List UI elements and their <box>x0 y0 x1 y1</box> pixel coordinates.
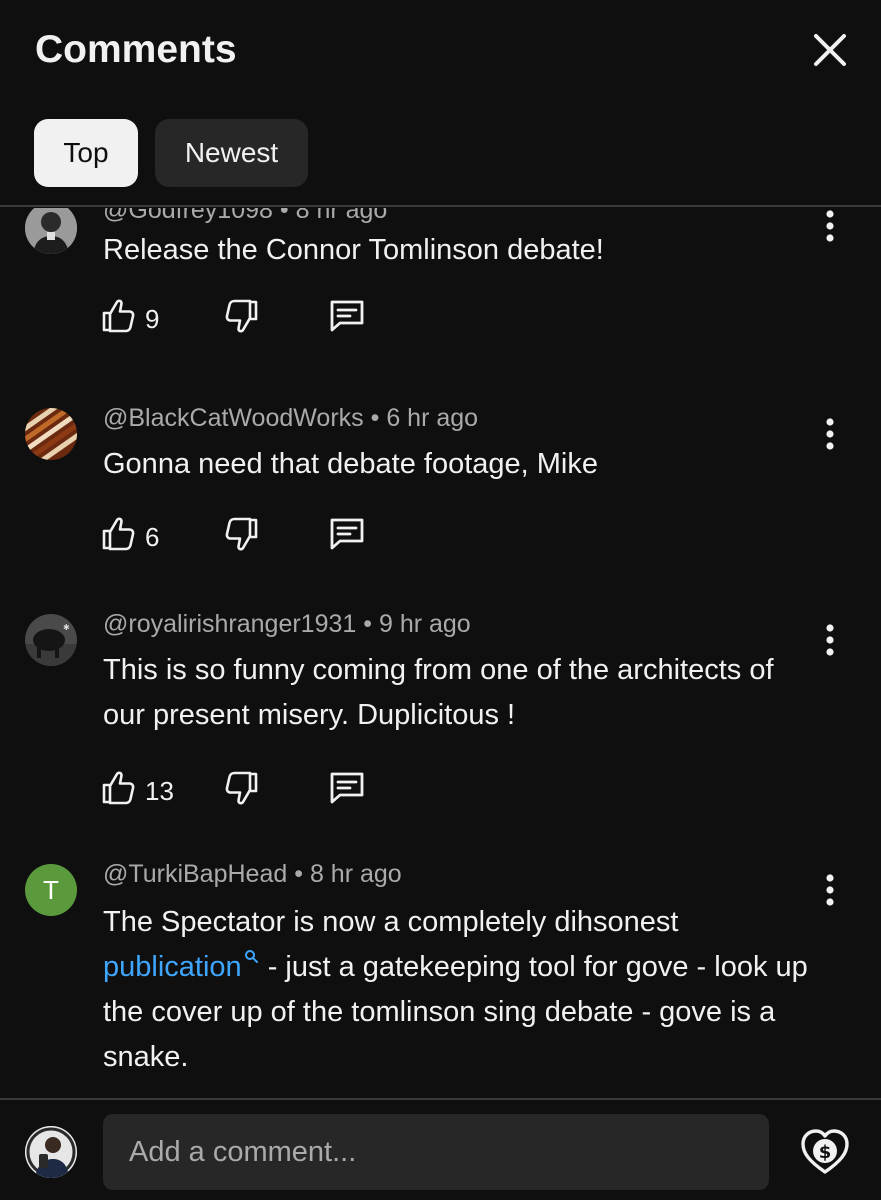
comment-meta: @TurkiBapHead • 8 hr ago <box>103 860 402 889</box>
meta-separator: • <box>279 208 289 224</box>
thumbs-up-icon <box>100 768 140 808</box>
divider <box>0 205 881 207</box>
user-avatar[interactable] <box>25 1126 77 1178</box>
like-count: 9 <box>145 304 160 334</box>
comment-meta: @royalirishranger1931 • 9 hr ago <box>103 610 471 639</box>
meta-separator: • <box>363 610 373 638</box>
svg-text:✱: ✱ <box>63 623 70 632</box>
close-button[interactable] <box>806 26 854 74</box>
thumbs-up-icon <box>100 296 140 336</box>
comment-input[interactable] <box>103 1114 769 1190</box>
like-button[interactable] <box>100 768 140 813</box>
comment-text-part: The Spectator is now a completely dihson… <box>103 906 679 938</box>
reply-icon <box>327 514 367 554</box>
thumbs-up-icon <box>100 514 140 554</box>
comment-time: 9 hr ago <box>378 610 471 638</box>
like-button[interactable] <box>100 514 140 559</box>
user-photo-avatar-icon <box>25 1126 77 1178</box>
reply-icon <box>327 768 367 808</box>
comment-item: @BlackCatWoodWorks • 6 hr ago Gonna need… <box>0 404 881 594</box>
thumbs-down-icon <box>220 296 260 336</box>
meta-separator: • <box>370 404 380 432</box>
comment-author[interactable]: @TurkiBapHead <box>103 860 287 888</box>
reply-button[interactable] <box>327 768 367 813</box>
super-thanks-button[interactable]: $ <box>799 1127 851 1177</box>
comment-meta: @Godfrey1098 • 8 hr ago <box>103 208 387 225</box>
dislike-button[interactable] <box>220 514 260 559</box>
svg-text:$: $ <box>819 1142 832 1163</box>
user-photo-avatar-icon <box>25 208 77 254</box>
dislike-button[interactable] <box>220 768 260 813</box>
like-count: 13 <box>145 776 174 806</box>
comment-time: 8 hr ago <box>309 860 402 888</box>
comments-header: Comments <box>0 0 881 100</box>
search-link[interactable]: publication <box>103 950 260 983</box>
comment-text: Gonna need that debate footage, Mike <box>103 448 598 480</box>
avatar[interactable] <box>25 208 77 254</box>
search-link-label: publication <box>103 951 242 983</box>
comment-text: Release the Connor Tomlinson debate! <box>103 234 604 266</box>
comment-text: This is so funny coming from one of the … <box>103 654 774 731</box>
like-button[interactable] <box>100 296 140 341</box>
meta-separator: • <box>294 860 303 888</box>
tab-top[interactable]: Top <box>34 119 138 187</box>
avatar[interactable]: ✱ <box>25 614 77 666</box>
avatar[interactable] <box>25 408 77 460</box>
reply-icon <box>327 296 367 336</box>
comment-item: ✱ @royalirishranger1931 • 9 hr ago This … <box>0 610 881 840</box>
comment-item: T @TurkiBapHead • 8 hr ago The Spectator… <box>0 860 881 1098</box>
comments-list[interactable]: @Godfrey1098 • 8 hr ago Release the Conn… <box>0 208 881 1098</box>
comment-author[interactable]: @BlackCatWoodWorks <box>103 404 364 432</box>
comment-actions: 6 <box>100 514 400 558</box>
comment-actions: 9 <box>100 296 400 340</box>
comment-meta: @BlackCatWoodWorks • 6 hr ago <box>103 404 478 433</box>
dislike-button[interactable] <box>220 296 260 341</box>
like-count: 6 <box>145 522 160 552</box>
comment-actions: 13 <box>100 768 400 812</box>
heart-dollar-icon: $ <box>801 1129 849 1174</box>
comment-author[interactable]: @Godfrey1098 <box>103 208 273 224</box>
comment-time: 8 hr ago <box>295 208 388 224</box>
page-title: Comments <box>35 28 237 71</box>
avatar[interactable]: T <box>25 864 77 916</box>
comment-composer: $ <box>0 1100 881 1200</box>
comment-time: 6 hr ago <box>386 404 479 432</box>
thumbs-down-icon <box>220 768 260 808</box>
reply-button[interactable] <box>327 514 367 559</box>
reply-button[interactable] <box>327 296 367 341</box>
tab-newest[interactable]: Newest <box>155 119 308 187</box>
striped-wood-avatar-icon <box>25 408 77 460</box>
comment-text: The Spectator is now a completely dihson… <box>103 900 823 1080</box>
search-icon <box>244 950 258 964</box>
comment-author[interactable]: @royalirishranger1931 <box>103 610 356 638</box>
close-icon <box>814 34 846 66</box>
dark-photo-avatar-icon: ✱ <box>25 614 77 666</box>
comment-item: @Godfrey1098 • 8 hr ago Release the Conn… <box>0 208 881 386</box>
thumbs-down-icon <box>220 514 260 554</box>
